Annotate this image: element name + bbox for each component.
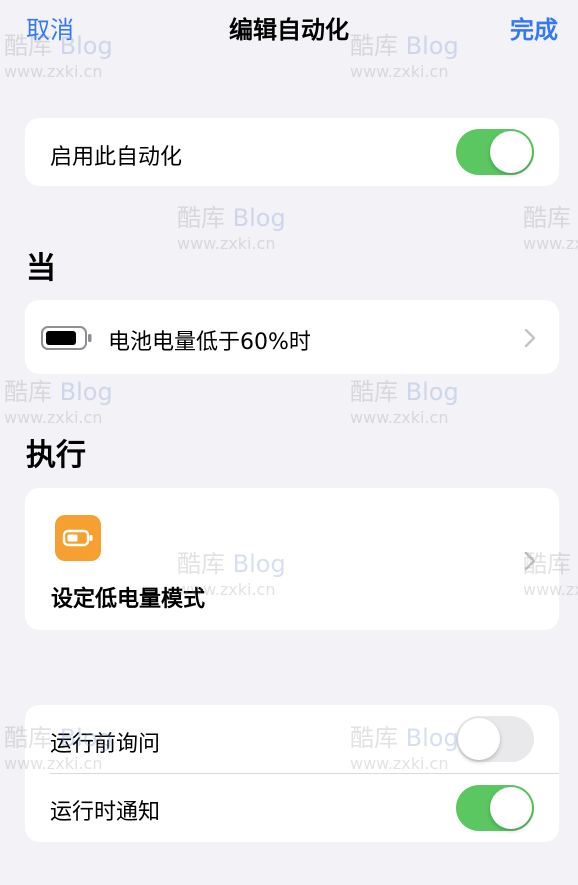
watermark: 酷库 www.zxki.cn bbox=[523, 204, 578, 253]
watermark: 酷库 Blog www.zxki.cn bbox=[350, 378, 459, 427]
battery-icon bbox=[41, 326, 93, 350]
chevron-right-icon bbox=[524, 328, 536, 348]
action-label: 设定低电量模式 bbox=[51, 587, 206, 612]
page-title: 编辑自动化 bbox=[229, 16, 349, 44]
enable-automation-toggle[interactable] bbox=[456, 129, 534, 175]
trigger-row[interactable]: 电池电量低于60%时 bbox=[25, 300, 559, 374]
ask-before-running-label: 运行前询问 bbox=[50, 732, 161, 757]
watermark: 酷库 Blog www.zxki.cn bbox=[4, 378, 113, 427]
toggle-knob bbox=[490, 131, 532, 173]
watermark: 酷库 Blog www.zxki.cn bbox=[177, 204, 286, 253]
enable-automation-card: 启用此自动化 bbox=[25, 118, 559, 186]
ask-before-running-toggle[interactable] bbox=[456, 716, 534, 762]
chevron-right-icon bbox=[524, 551, 536, 571]
low-power-mode-icon bbox=[55, 515, 101, 561]
toggle-knob bbox=[458, 718, 500, 760]
navigation-bar: 取消 编辑自动化 完成 bbox=[0, 0, 578, 56]
enable-automation-label: 启用此自动化 bbox=[50, 145, 183, 170]
toggle-knob bbox=[490, 787, 532, 829]
action-card[interactable]: 设定低电量模式 bbox=[25, 488, 559, 630]
trigger-label: 电池电量低于60%时 bbox=[108, 330, 311, 355]
row-divider bbox=[50, 773, 559, 774]
done-button[interactable]: 完成 bbox=[510, 10, 558, 45]
options-card: 运行前询问 运行时通知 bbox=[25, 705, 559, 842]
notify-when-run-label: 运行时通知 bbox=[50, 800, 161, 825]
execute-section-header: 执行 bbox=[26, 438, 86, 473]
notify-when-run-toggle[interactable] bbox=[456, 785, 534, 831]
when-section-header: 当 bbox=[26, 251, 56, 286]
